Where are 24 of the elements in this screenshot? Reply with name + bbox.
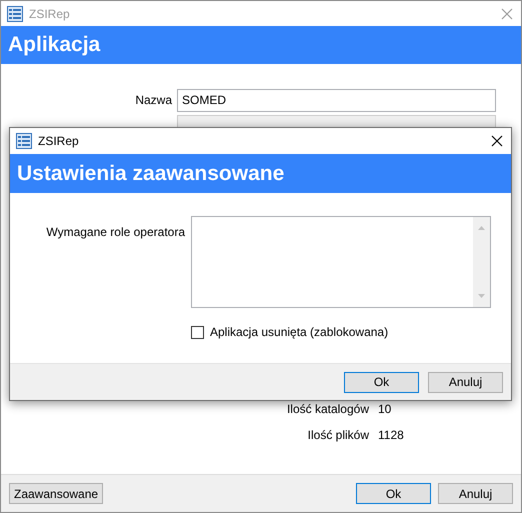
dialog-header: Ustawienia zaawansowane: [10, 154, 511, 193]
stat-label: Ilość plików: [308, 428, 369, 442]
page-header: Aplikacja: [1, 26, 521, 64]
roles-label: Wymagane role operatora: [46, 225, 185, 239]
close-icon[interactable]: [491, 135, 503, 147]
text-field[interactable]: SOMED: [177, 88, 496, 112]
roles-textarea[interactable]: [191, 216, 491, 308]
checkbox-label[interactable]: Aplikacja usunięta (zablokowana): [210, 325, 388, 339]
stat-value: 1128: [378, 428, 404, 442]
stat-label: Ilość katalogów: [286, 402, 369, 416]
dialog-title: ZSIRep: [38, 134, 80, 148]
ok-button[interactable]: Ok: [344, 372, 419, 392]
app-icon: [7, 6, 23, 22]
checkbox[interactable]: [191, 326, 204, 338]
app-icon: [16, 133, 32, 149]
field-label: Nazwa: [135, 93, 172, 107]
scroll-down-icon[interactable]: [478, 294, 485, 298]
cancel-button[interactable]: Anuluj: [438, 483, 513, 504]
cancel-button[interactable]: Anuluj: [428, 372, 503, 392]
scroll-up-icon[interactable]: [478, 226, 485, 230]
ok-button[interactable]: Ok: [356, 483, 431, 504]
stat-value: 10: [378, 402, 392, 416]
window-title: ZSIRep: [29, 6, 71, 20]
advanced-button[interactable]: Zaawansowane: [9, 483, 104, 504]
